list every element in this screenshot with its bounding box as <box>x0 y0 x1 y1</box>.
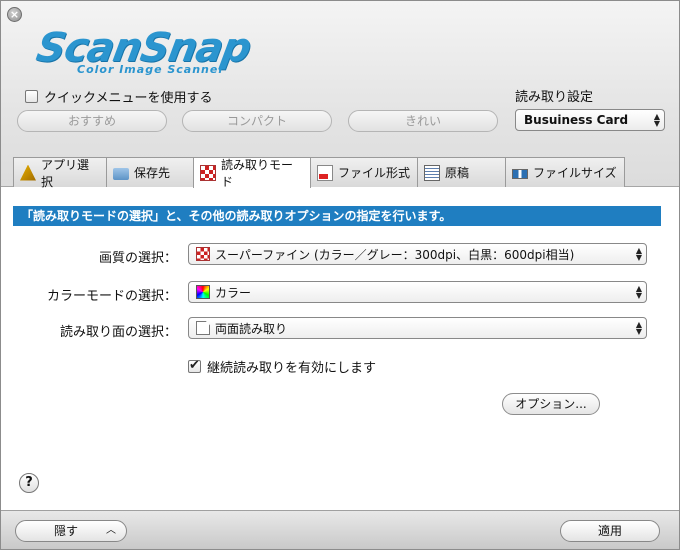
chevron-up-icon: ︿ <box>106 525 116 536</box>
color-mode-value: カラー <box>215 285 252 300</box>
scan-settings-label: 読み取り設定 <box>515 90 594 105</box>
color-wheel-icon <box>196 285 210 299</box>
preset-compact-button[interactable]: コンパクト <box>182 110 332 132</box>
bottom-bar: 隠す ︿ 適用 <box>1 510 679 549</box>
tab-save-location[interactable]: 保存先 <box>106 157 194 187</box>
app-icon <box>20 164 36 181</box>
select-stepper-icon: ▲ ▼ <box>653 112 660 128</box>
tab-label: 原稿 <box>445 166 470 180</box>
tab-label: ファイル形式 <box>338 166 411 180</box>
tab-bar: アプリ選択 保存先 読み取りモード ファイル形式 原稿 ファイルサイズ <box>13 157 625 189</box>
continuous-scan-checkbox-box[interactable] <box>188 358 201 373</box>
header-area: × ScanSnap Color Image Scanner クイックメニューを… <box>1 1 679 189</box>
close-button[interactable]: × <box>7 7 22 22</box>
scan-settings-value: Busuiness Card <box>524 113 629 127</box>
file-format-icon <box>317 164 333 181</box>
page-icon <box>196 321 210 335</box>
file-size-icon <box>512 169 528 179</box>
scansnap-settings-window: × ScanSnap Color Image Scanner クイックメニューを… <box>0 0 680 550</box>
tab-label: ファイルサイズ <box>533 166 617 180</box>
folder-icon <box>113 167 129 180</box>
color-mode-select[interactable]: カラー ▲ ▼ <box>188 281 647 303</box>
quick-menu-label: クイックメニューを使用する <box>44 91 213 106</box>
tab-label: 保存先 <box>134 166 171 180</box>
select-stepper-icon: ▲ ▼ <box>635 246 642 262</box>
quick-menu-checkbox-box[interactable] <box>25 90 38 103</box>
continuous-scan-label: 継続読み取りを有効にします <box>207 361 377 376</box>
hide-button[interactable]: 隠す ︿ <box>15 520 127 542</box>
tab-scan-mode[interactable]: 読み取りモード <box>193 157 311 189</box>
tab-label: アプリ選択 <box>41 157 90 189</box>
select-stepper-icon: ▲ ▼ <box>635 284 642 300</box>
tab-file-size[interactable]: ファイルサイズ <box>505 157 625 187</box>
options-button[interactable]: オプション... <box>502 393 600 415</box>
continuous-scan-checkbox[interactable]: 継続読み取りを有効にします <box>188 357 376 376</box>
document-icon <box>424 164 440 181</box>
help-button[interactable]: ? <box>19 473 39 493</box>
logo-subtitle: Color Image Scanner <box>77 63 225 76</box>
tab-document[interactable]: 原稿 <box>417 157 506 187</box>
quality-value: スーパーファイン (カラー／グレー：300dpi、白黒：600dpi相当) <box>215 247 575 262</box>
select-stepper-icon: ▲ ▼ <box>635 320 642 336</box>
quick-menu-checkbox[interactable]: クイックメニューを使用する <box>25 87 212 106</box>
scan-side-label: 読み取り面の選択： <box>59 325 177 340</box>
panel-description-banner: 「読み取りモードの選択」と、その他の読み取りオプションの指定を行います。 <box>13 206 661 226</box>
preset-fine-button[interactable]: きれい <box>348 110 498 132</box>
tab-label: 読み取りモード <box>221 158 294 189</box>
scan-side-select[interactable]: 両面読み取り ▲ ▼ <box>188 317 647 339</box>
scan-settings-select[interactable]: Busuiness Card ▲ ▼ <box>515 109 665 131</box>
quality-select[interactable]: スーパーファイン (カラー／グレー：300dpi、白黒：600dpi相当) ▲ ▼ <box>188 243 647 265</box>
scan-side-value: 両面読み取り <box>215 321 288 336</box>
tab-file-format[interactable]: ファイル形式 <box>310 157 418 187</box>
quality-label: 画質の選択： <box>98 251 177 266</box>
quality-icon <box>196 247 210 261</box>
tab-app-select[interactable]: アプリ選択 <box>13 157 107 189</box>
color-mode-label: カラーモードの選択： <box>46 289 177 304</box>
preset-recommended-button[interactable]: おすすめ <box>17 110 167 132</box>
scansnap-logo: ScanSnap Color Image Scanner <box>29 25 329 81</box>
scan-mode-panel: 「読み取りモードの選択」と、その他の読み取りオプションの指定を行います。 画質の… <box>1 188 679 510</box>
hide-button-label: 隠す <box>54 524 79 538</box>
apply-button[interactable]: 適用 <box>560 520 660 542</box>
scan-mode-icon <box>200 165 216 181</box>
